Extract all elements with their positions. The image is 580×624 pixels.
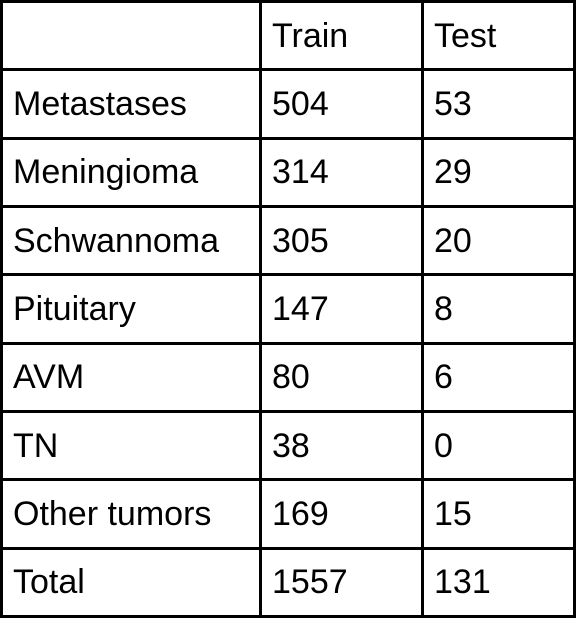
- row-train-tn: 38: [259, 409, 424, 482]
- row-test-schwannoma: 20: [421, 204, 576, 277]
- header-cell-train: Train: [259, 0, 424, 72]
- row-train-schwannoma: 305: [259, 204, 424, 277]
- table-row: TN 38 0: [0, 409, 576, 482]
- row-train-total: 1557: [259, 546, 424, 619]
- row-train-meningioma: 314: [259, 136, 424, 208]
- row-test-other-tumors: 15: [421, 478, 576, 550]
- row-train-metastases: 504: [259, 68, 424, 140]
- row-label-meningioma: Meningioma: [0, 136, 262, 208]
- row-test-tn: 0: [421, 409, 576, 482]
- row-test-avm: 6: [421, 341, 576, 413]
- row-label-pituitary: Pituitary: [0, 273, 262, 345]
- table-header-row: Train Test: [0, 0, 576, 72]
- row-test-total: 131: [421, 546, 576, 619]
- table-row: Pituitary 147 8: [0, 273, 576, 345]
- table-row-total: Total 1557 131: [0, 546, 576, 619]
- header-cell-test: Test: [421, 0, 576, 72]
- table-row: AVM 80 6: [0, 341, 576, 413]
- row-train-pituitary: 147: [259, 273, 424, 345]
- row-label-total: Total: [0, 546, 262, 619]
- table-container: Train Test Metastases 504 53 Meningioma …: [0, 0, 580, 624]
- row-label-metastases: Metastases: [0, 68, 262, 140]
- row-label-schwannoma: Schwannoma: [0, 204, 262, 277]
- row-test-meningioma: 29: [421, 136, 576, 208]
- row-train-avm: 80: [259, 341, 424, 413]
- row-label-other-tumors: Other tumors: [0, 478, 262, 550]
- table-row: Schwannoma 305 20: [0, 204, 576, 277]
- table-row: Metastases 504 53: [0, 68, 576, 140]
- table-row: Meningioma 314 29: [0, 136, 576, 208]
- row-train-other-tumors: 169: [259, 478, 424, 550]
- row-label-tn: TN: [0, 409, 262, 482]
- dataset-distribution-table: Train Test Metastases 504 53 Meningioma …: [0, 0, 576, 619]
- table-body: Train Test Metastases 504 53 Meningioma …: [0, 0, 576, 619]
- header-cell-corner: [0, 0, 262, 72]
- row-label-avm: AVM: [0, 341, 262, 413]
- row-test-pituitary: 8: [421, 273, 576, 345]
- row-test-metastases: 53: [421, 68, 576, 140]
- table-row: Other tumors 169 15: [0, 478, 576, 550]
